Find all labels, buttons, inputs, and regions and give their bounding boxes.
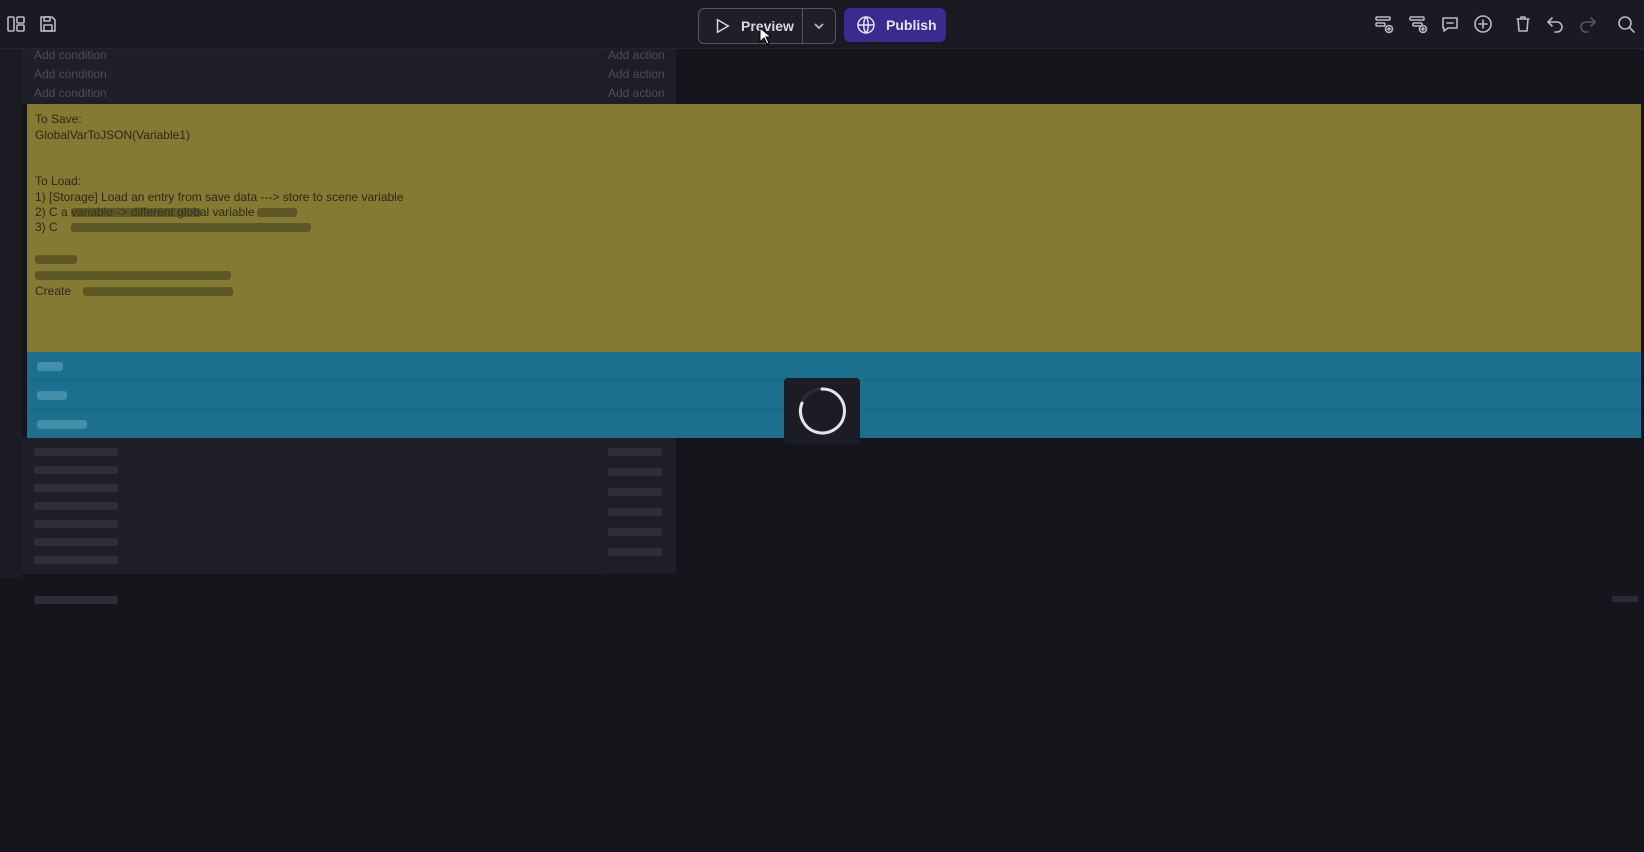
add-action-link[interactable]: Add action <box>608 48 665 62</box>
preview-button[interactable]: Preview <box>699 9 803 43</box>
publish-label: Publish <box>886 17 937 33</box>
mouse-cursor-icon <box>759 27 771 45</box>
play-icon <box>716 18 730 34</box>
event-gutter <box>0 48 22 578</box>
actions-column <box>606 438 676 574</box>
blurred-row <box>34 466 118 474</box>
blurred-text <box>71 208 201 217</box>
blurred-row <box>608 528 662 536</box>
add-action-link[interactable]: Add action <box>608 86 665 100</box>
blurred-text <box>37 362 63 371</box>
add-condition-link[interactable]: Add condition <box>34 67 107 81</box>
blurred-text <box>257 208 297 217</box>
blurred-text <box>83 287 233 296</box>
loading-spinner <box>784 378 860 444</box>
event-block-top: Add condition Add condition Add conditio… <box>22 48 676 104</box>
preview-dropdown-button[interactable] <box>803 9 835 43</box>
blurred-row <box>34 520 118 528</box>
comment-line: 1) [Storage] Load an entry from save dat… <box>35 190 404 204</box>
add-event-icon[interactable] <box>1372 12 1396 36</box>
blurred-row <box>34 502 118 510</box>
conditions-column <box>22 438 602 574</box>
blurred-row <box>608 448 662 456</box>
comment-line: Create <box>35 284 72 298</box>
add-action-link[interactable]: Add action <box>608 67 665 81</box>
top-toolbar: Preview Publish <box>0 0 1644 49</box>
blurred-text <box>35 271 231 280</box>
comment-line: To Save: <box>35 112 82 126</box>
blurred-row <box>608 468 662 476</box>
blurred-row <box>1612 596 1638 602</box>
layout-panels-icon[interactable] <box>4 12 28 36</box>
blurred-row <box>34 538 118 546</box>
blurred-text <box>37 420 87 429</box>
blue-event-row[interactable] <box>27 352 1641 381</box>
search-icon[interactable] <box>1614 12 1638 36</box>
undo-icon[interactable] <box>1543 12 1567 36</box>
blurred-row <box>34 596 118 604</box>
publish-button[interactable]: Publish <box>844 8 946 42</box>
blurred-row <box>608 488 662 496</box>
add-sub-event-icon[interactable] <box>1406 12 1430 36</box>
delete-icon[interactable] <box>1511 12 1535 36</box>
blurred-row <box>608 508 662 516</box>
blurred-row <box>34 448 118 456</box>
blurred-text <box>35 255 77 264</box>
blurred-text <box>71 223 311 232</box>
comment-line: To Load: <box>35 174 82 188</box>
comment-block[interactable]: To Save: GlobalVarToJSON(Variable1) To L… <box>27 104 1641 352</box>
globe-icon <box>857 16 875 34</box>
conditions-column: Add condition Add condition Add conditio… <box>22 48 602 104</box>
comment-line: 3) C <box>35 220 58 234</box>
blurred-row <box>608 548 662 556</box>
add-icon[interactable] <box>1471 12 1495 36</box>
add-condition-link[interactable]: Add condition <box>34 86 107 100</box>
spinner-icon <box>798 387 846 435</box>
blurred-text <box>37 391 67 400</box>
blurred-row <box>34 556 118 564</box>
save-icon[interactable] <box>36 12 60 36</box>
add-condition-link[interactable]: Add condition <box>34 48 107 62</box>
actions-column: Add action Add action Add action <box>606 48 676 104</box>
event-block-bottom <box>22 438 676 574</box>
chevron-down-icon <box>814 23 824 30</box>
add-comment-icon[interactable] <box>1438 12 1462 36</box>
blurred-row <box>34 484 118 492</box>
comment-line: GlobalVarToJSON(Variable1) <box>35 128 190 142</box>
redo-icon[interactable] <box>1576 12 1600 36</box>
